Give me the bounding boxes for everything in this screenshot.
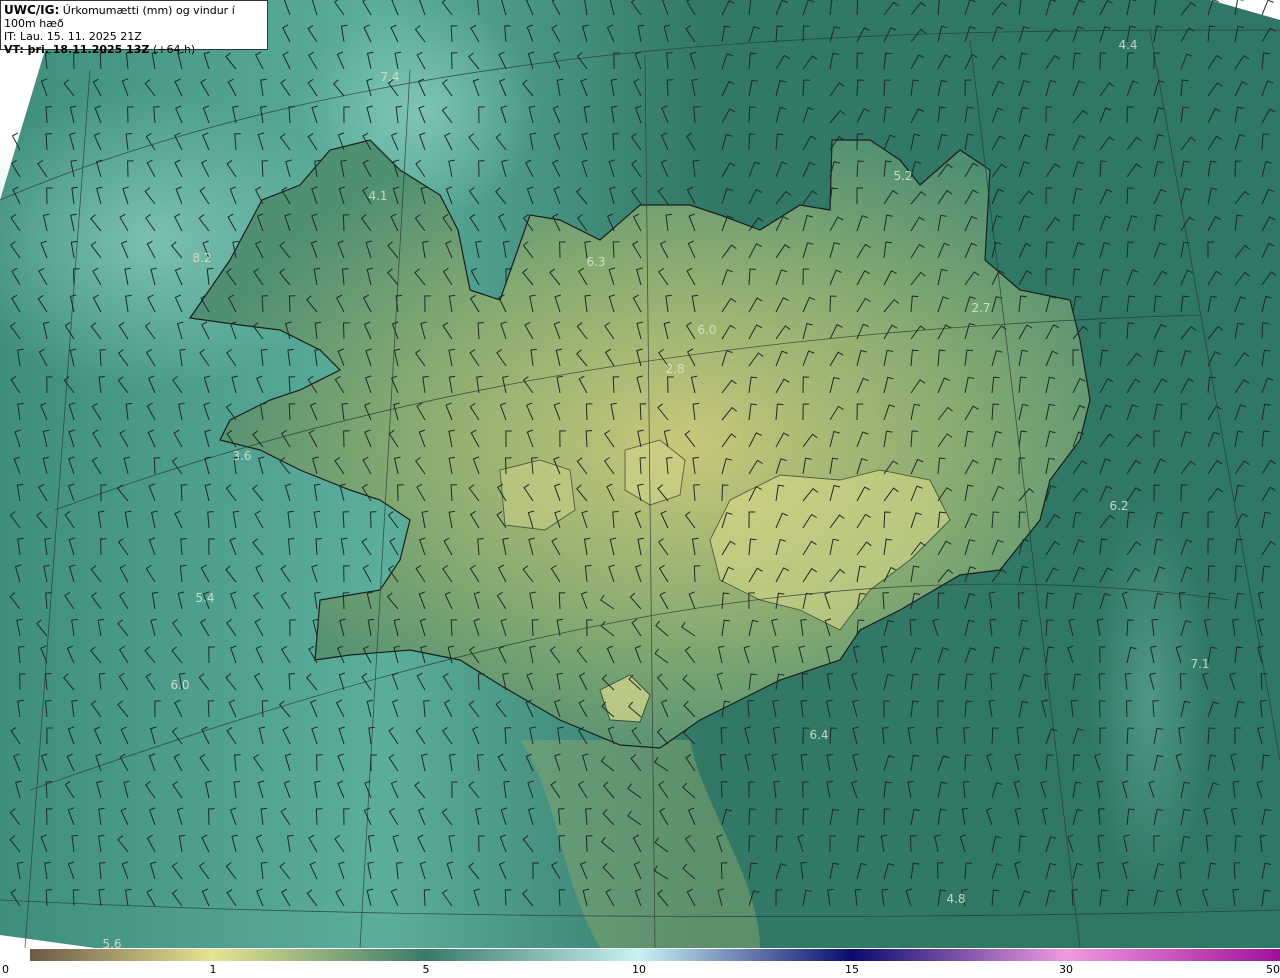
forecast-offset: (+64 h) — [152, 43, 196, 56]
label-4-4: 4.4 — [1118, 38, 1137, 52]
init-time: IT: Lau. 15. 11. 2025 21Z — [4, 30, 142, 43]
model-code: UWC/IG: — [4, 3, 60, 17]
label-2-8: 2.8 — [665, 362, 684, 376]
label-2-7: 2.7 — [971, 301, 990, 315]
valid-time: VT: þri. 18.11.2025 13Z — [4, 43, 150, 56]
map-info-box: UWC/IG: Úrkomumætti (mm) og vindur í 100… — [0, 0, 268, 56]
label-7-4: 7.4 — [380, 70, 399, 84]
weather-map: 4.4 7.4 5.2 4.1 6.3 8.2 2.7 6.0 2.8 3.6 6.2 5.4 6.0 7… — [0, 0, 1280, 948]
colorbar-tick: 15 — [845, 963, 859, 976]
label-5-6: 5.6 — [102, 937, 121, 948]
colorbar-tick: 30 — [1059, 963, 1073, 976]
label-8-2: 8.2 — [192, 251, 211, 265]
label-3-6: 3.6 — [232, 449, 251, 463]
colorbar-tick: 1 — [209, 963, 217, 976]
label-6-4: 6.4 — [809, 728, 828, 742]
label-4-8: 4.8 — [946, 892, 965, 906]
valid-time-line: VT: þri. 18.11.2025 13Z (+64 h) — [4, 43, 264, 56]
colorbar-tick: 0 — [2, 963, 9, 976]
label-6-3: 6.3 — [586, 255, 605, 269]
colorbar-tick: 50 — [1266, 963, 1280, 976]
label-6-0-west: 6.0 — [170, 678, 189, 692]
colorbar-tick: 5 — [422, 963, 430, 976]
label-6-2: 6.2 — [1109, 499, 1128, 513]
colorbar-tick: 10 — [632, 963, 646, 976]
label-5-2: 5.2 — [893, 169, 912, 183]
label-4-1: 4.1 — [368, 189, 387, 203]
label-5-4: 5.4 — [195, 591, 214, 605]
title-line: UWC/IG: Úrkomumætti (mm) og vindur í 100… — [4, 3, 264, 31]
label-7-1: 7.1 — [1190, 657, 1209, 671]
label-6-0-north: 6.0 — [697, 323, 716, 337]
precipitation-colorbar — [30, 949, 1280, 961]
